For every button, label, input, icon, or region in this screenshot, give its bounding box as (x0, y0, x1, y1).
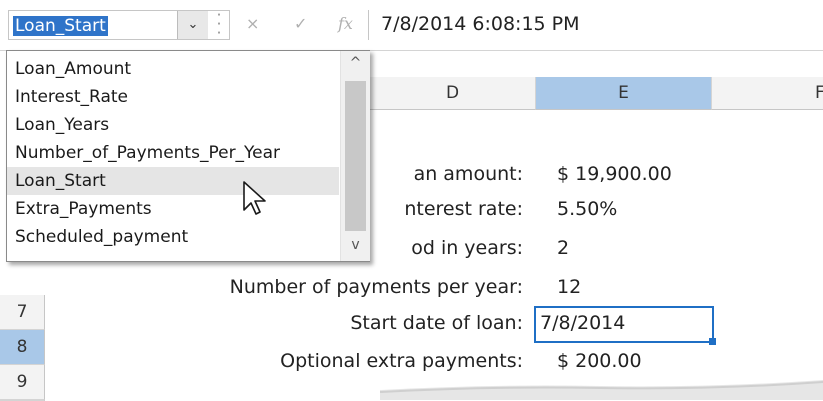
scroll-down-icon[interactable]: v (341, 237, 370, 253)
mouse-pointer-icon (243, 181, 266, 215)
scroll-up-icon[interactable]: ^ (341, 55, 370, 71)
name-box-value[interactable]: Loan_Start (13, 16, 108, 36)
value-loan-years[interactable]: 2 (557, 237, 569, 259)
label-interest-rate[interactable]: nterest rate: (404, 198, 523, 220)
label-loan-period[interactable]: od in years: (411, 237, 523, 259)
value-payments-per-year[interactable]: 12 (557, 276, 581, 298)
formula-text[interactable]: 7/8/2014 6:08:15 PM (381, 13, 580, 35)
list-scrollbar[interactable]: ^ v (340, 51, 370, 261)
list-item-loan-amount[interactable]: Loan_Amount (7, 55, 339, 83)
chevron-down-icon: ⌄ (187, 17, 199, 32)
formula-input[interactable]: 7/8/2014 6:08:15 PM (368, 10, 823, 40)
list-item-extra-payments[interactable]: Extra_Payments (7, 195, 339, 223)
list-item-interest-rate[interactable]: Interest_Rate (7, 83, 339, 111)
fill-handle[interactable] (709, 338, 716, 345)
list-item-payments-per-year[interactable]: Number_of_Payments_Per_Year (7, 139, 339, 167)
enter-icon[interactable]: ✓ (294, 14, 307, 33)
list-item-loan-years[interactable]: Loan_Years (7, 111, 339, 139)
column-header-d[interactable]: D (370, 77, 536, 110)
insert-function-icon[interactable]: fx (338, 14, 353, 33)
label-loan-amount[interactable]: an amount: (414, 163, 523, 185)
name-box-dropdown-button[interactable]: ⌄ (177, 11, 208, 39)
column-header-f-label: F (815, 83, 823, 103)
row-header-9[interactable]: 9 (0, 365, 45, 400)
cancel-icon[interactable]: × (246, 14, 259, 33)
splitter-handle[interactable]: · · · (215, 8, 223, 41)
formula-buttons: × ✓ fx (234, 10, 366, 40)
column-header-f[interactable]: F (712, 77, 823, 110)
scroll-thumb[interactable] (345, 81, 366, 231)
list-item-loan-start[interactable]: Loan_Start (7, 167, 339, 195)
label-start-date[interactable]: Start date of loan: (350, 312, 523, 334)
label-payments-per-year[interactable]: Number of payments per year: (230, 276, 523, 298)
formula-bar: Loan_Start ⌄ · · · × ✓ fx 7/8/2014 6:08:15… (0, 0, 823, 51)
active-cell-e8[interactable] (534, 306, 714, 343)
value-interest-rate[interactable]: 5.50% (557, 198, 617, 220)
row-header-7[interactable]: 7 (0, 295, 45, 330)
defined-names-list[interactable]: Loan_Amount Interest_Rate Loan_Years Num… (6, 50, 370, 262)
torn-edge-shadow (380, 380, 823, 400)
column-header-e[interactable]: E (536, 77, 712, 110)
row-header-8[interactable]: 8 (0, 330, 45, 365)
list-item-scheduled-payment[interactable]: Scheduled_payment (7, 223, 339, 251)
value-loan-amount[interactable]: $ 19,900.00 (557, 163, 672, 185)
name-box[interactable]: Loan_Start ⌄ · · · (8, 8, 230, 41)
